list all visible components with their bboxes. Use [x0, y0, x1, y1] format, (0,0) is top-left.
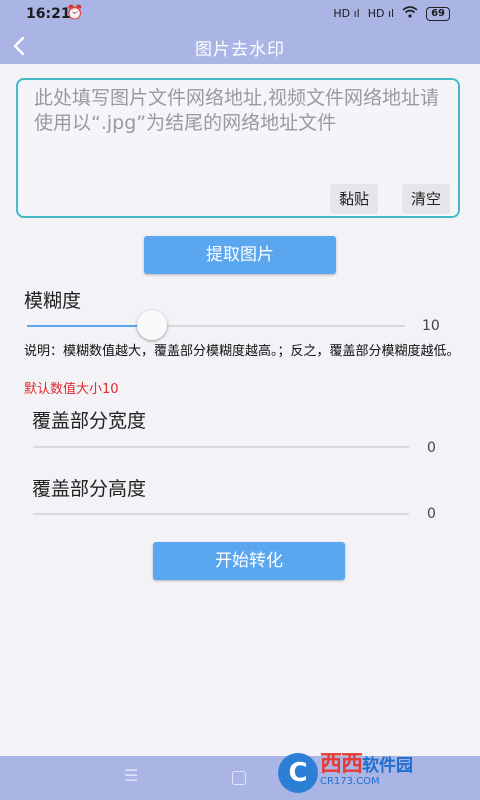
watermark-logo: C: [278, 753, 318, 793]
page-title: 图片去水印: [195, 40, 285, 60]
cover-width-label: 覆盖部分宽度: [32, 410, 147, 432]
clear-button[interactable]: 清空: [402, 184, 451, 214]
blur-slider[interactable]: [27, 310, 405, 340]
cover-height-label: 覆盖部分高度: [32, 478, 147, 500]
battery-icon: 69: [426, 6, 450, 21]
blur-label: 模糊度: [24, 290, 82, 312]
status-bar: 16:21 ⏰ HD ıl HD ıl 69: [0, 0, 480, 28]
signal-icon-2: HD ıl: [367, 7, 395, 20]
paste-button[interactable]: 黏贴: [330, 184, 379, 214]
blur-default-note: 默认数值大小10: [24, 382, 119, 397]
cover-height-slider[interactable]: [33, 513, 409, 515]
app-bar: 图片去水印: [0, 28, 480, 64]
status-time: 16:21: [26, 6, 71, 22]
home-icon[interactable]: [232, 771, 246, 785]
cover-height-value: 0: [427, 506, 436, 522]
site-watermark: C 西西软件园 CR173.COM: [278, 752, 413, 794]
cover-width-value: 0: [427, 440, 436, 456]
blur-slider-fill: [27, 325, 152, 327]
status-icons: HD ıl HD ıl 69: [333, 6, 450, 21]
extract-image-button[interactable]: 提取图片: [144, 236, 336, 274]
blur-description: 说明：模糊数值越大，覆盖部分模糊度越高。；反之，覆盖部分模糊度越低。: [24, 344, 460, 359]
cover-width-slider[interactable]: [33, 446, 409, 448]
watermark-brand: 西西: [320, 751, 363, 777]
blur-slider-thumb[interactable]: [136, 310, 167, 340]
menu-icon[interactable]: ☰: [124, 766, 138, 785]
url-input[interactable]: 此处填写图片文件网络地址,视频文件网络地址请使用以“.jpg”为结尾的网络地址文…: [16, 78, 460, 218]
start-convert-button[interactable]: 开始转化: [153, 542, 345, 580]
signal-icon: HD ıl: [333, 7, 360, 20]
wifi-icon: [402, 6, 418, 21]
alarm-icon: ⏰: [66, 5, 84, 21]
blur-value: 10: [422, 318, 440, 334]
watermark-brand-2: 软件园: [362, 755, 414, 776]
url-input-placeholder: 此处填写图片文件网络地址,视频文件网络地址请使用以“.jpg”为结尾的网络地址文…: [34, 87, 440, 134]
